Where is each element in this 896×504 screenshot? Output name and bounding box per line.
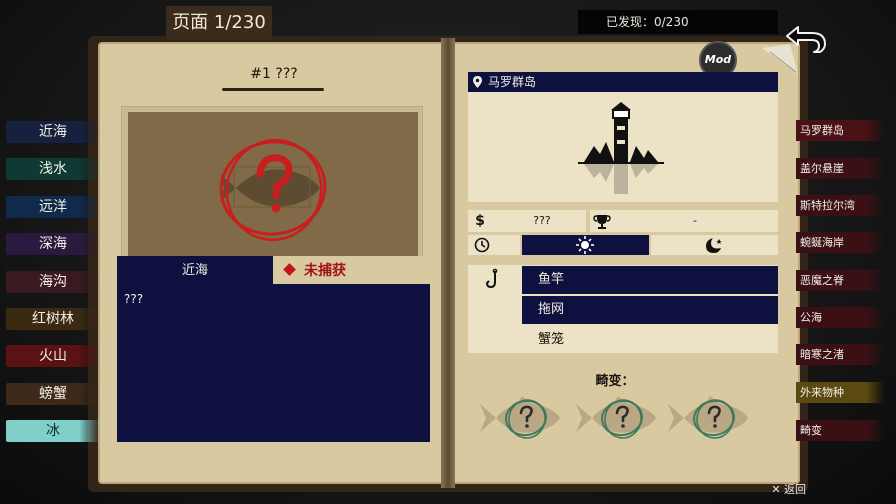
fish-silhouette-icon	[220, 166, 320, 208]
fish-location-tab: 近海	[181, 263, 208, 278]
aberrations-label: 畸变：	[595, 374, 635, 389]
price-value: ???	[533, 214, 551, 227]
return-label: 返回	[784, 483, 806, 496]
region-tab[interactable]: 盖尔悬崖	[796, 158, 884, 179]
zone-tab[interactable]: 火山	[6, 345, 100, 367]
region-tab[interactable]: 马罗群岛	[796, 120, 884, 141]
gear-row: 鱼竿	[522, 266, 778, 294]
dollar-icon: $	[475, 213, 485, 229]
zone-tab[interactable]: 红树林	[6, 308, 100, 330]
page-counter: 页面 1/230	[166, 6, 272, 40]
trophy-icon	[592, 210, 612, 232]
close-x-icon: ✕	[771, 483, 781, 496]
book-spine	[441, 38, 455, 488]
sun-icon	[576, 236, 594, 254]
time-night-button[interactable]	[651, 235, 778, 255]
catch-status-label: 未捕获	[304, 263, 346, 279]
fishing-hook-icon	[482, 268, 506, 292]
zone-tab[interactable]: 冰	[6, 420, 100, 442]
aberration-slot	[572, 392, 668, 444]
unknown-fish-image	[128, 112, 418, 256]
zone-tab[interactable]: 螃蟹	[6, 383, 100, 405]
unknown-aberration-icon	[668, 396, 748, 439]
encyclopedia-screen: { "header": {"page_label": "页面 1/230", "…	[0, 0, 896, 504]
region-tab[interactable]: 外来物种	[796, 382, 884, 403]
unknown-aberration-icon	[480, 396, 560, 439]
unknown-aberration-icon	[576, 396, 656, 439]
clock-icon	[474, 237, 490, 253]
title-underline	[222, 88, 324, 91]
catch-status-badge: 未捕获	[273, 256, 430, 284]
return-button[interactable]: ✕ 返回	[768, 482, 878, 498]
time-label-cell	[468, 235, 520, 255]
region-tab[interactable]: 斯特拉尔湾	[796, 195, 884, 216]
zone-tab[interactable]: 近海	[6, 121, 100, 143]
zone-tab[interactable]: 海沟	[6, 271, 100, 293]
zone-tab[interactable]: 远洋	[6, 196, 100, 218]
region-tab[interactable]: 暗寒之渚	[796, 344, 884, 365]
region-tab[interactable]: 蜿蜒海岸	[796, 232, 884, 253]
region-tab[interactable]: 公海	[796, 307, 884, 328]
gear-row: 蟹笼	[538, 332, 565, 347]
record-value: -	[693, 214, 697, 227]
time-day-button[interactable]	[522, 235, 649, 255]
zone-tab[interactable]: 深海	[6, 233, 100, 255]
discovered-counter: 已发现：0/230	[578, 10, 778, 34]
fish-title: #1 ???	[250, 66, 298, 82]
gear-row: 拖网	[522, 296, 778, 324]
diamond-icon	[283, 263, 296, 276]
region-illustration	[468, 92, 778, 202]
page-corner-dart	[762, 44, 798, 74]
region-tab[interactable]: 恶魔之脊	[796, 270, 884, 291]
lighthouse-icon	[578, 102, 664, 194]
zone-tab[interactable]: 浅水	[6, 158, 100, 180]
aberration-slot	[664, 392, 760, 444]
region-bar: 马罗群岛	[468, 72, 778, 92]
location-pin-icon	[473, 76, 482, 88]
moon-icon	[706, 238, 722, 253]
region-tab[interactable]: 畸变	[796, 420, 884, 441]
region-name: 马罗群岛	[488, 75, 537, 89]
fish-description: ???	[124, 292, 144, 306]
aberration-slot	[476, 392, 572, 444]
